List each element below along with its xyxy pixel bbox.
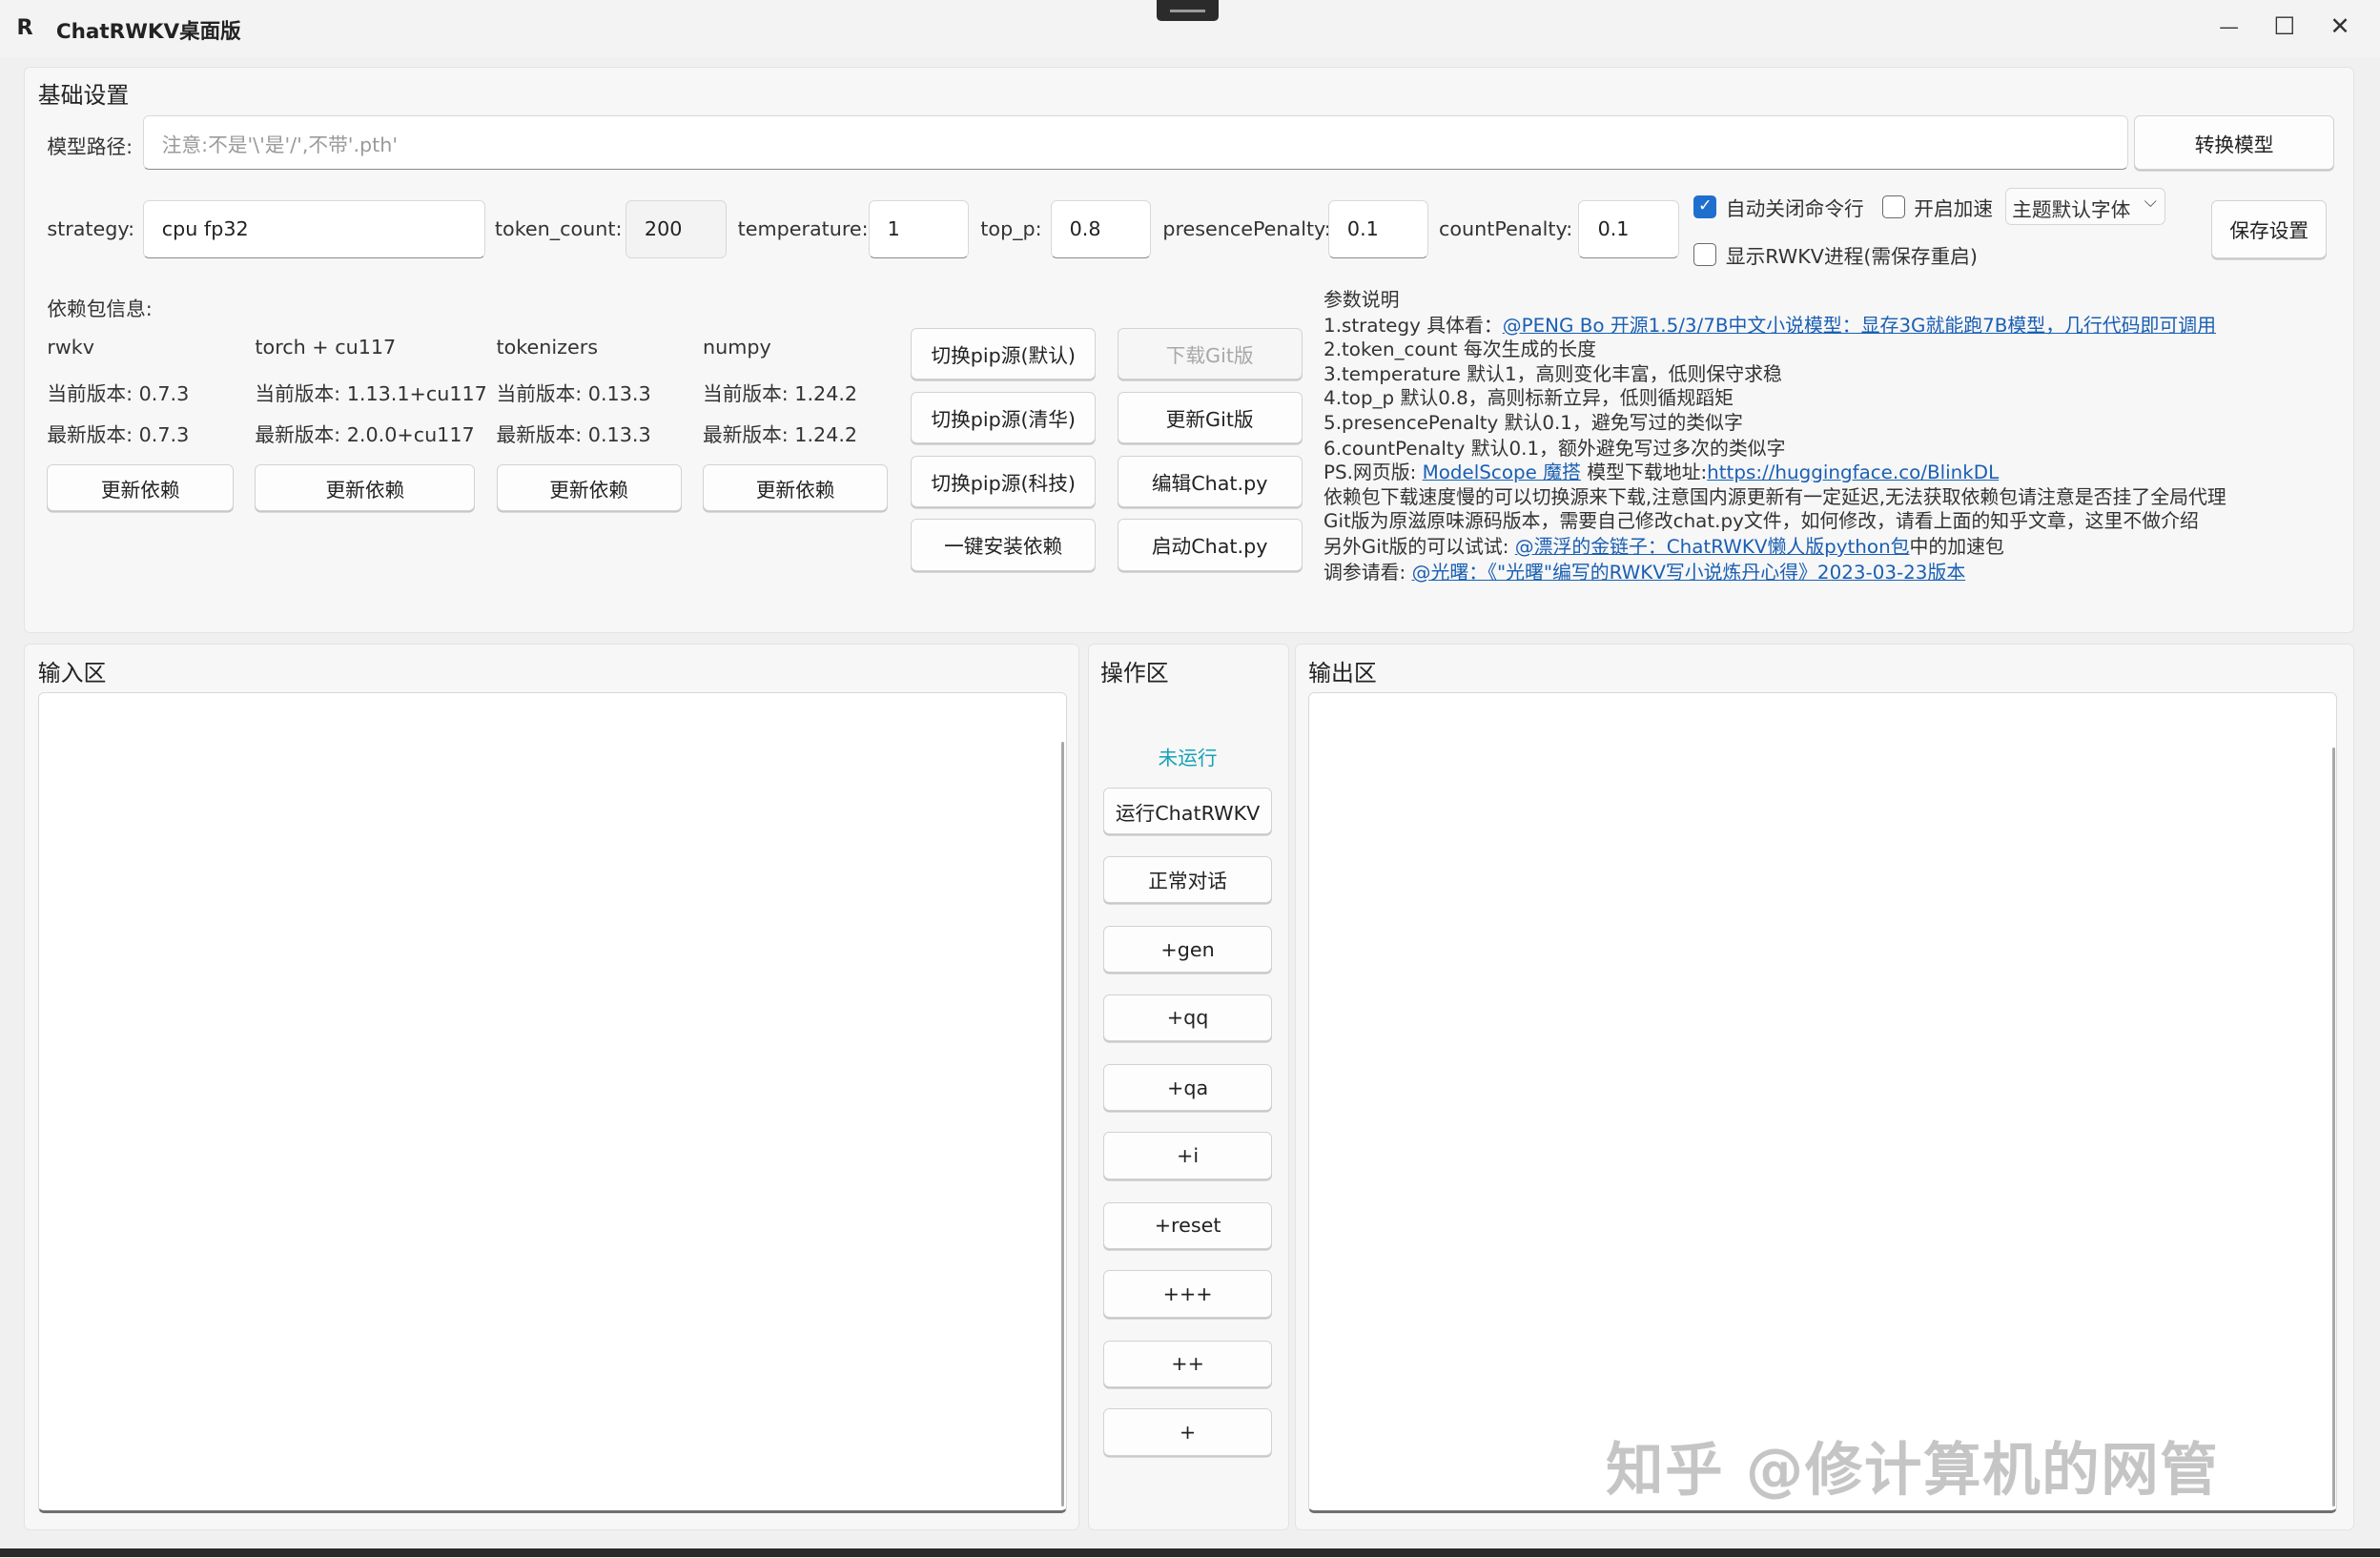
deps-title: 依赖包信息:: [47, 297, 153, 321]
scrollbar[interactable]: [1061, 741, 1065, 1507]
help-link-strategy[interactable]: @PENG Bo 开源1.5/3/7B中文小说模型：显存3G就能跑7B模型，几行…: [1503, 315, 2216, 337]
convert-model-button[interactable]: 转换模型: [2134, 114, 2335, 171]
auto-close-label: 自动关闭命令行: [1725, 197, 1864, 221]
pkg-current-version: 当前版本: 0.13.3: [496, 382, 651, 406]
title-bar: R ChatRWKV桌面版 — ☐ ✕: [0, 0, 2380, 58]
pkg-latest-version: 最新版本: 0.13.3: [496, 423, 651, 447]
show-process-checkbox[interactable]: [1693, 242, 1717, 266]
scrollbar[interactable]: [2331, 748, 2335, 1507]
lazy-package-link[interactable]: @漂浮的金链子：ChatRWKV懒人版python包: [1515, 536, 1910, 558]
help-line-git: Git版为原滋原味源码版本，需要自己修改chat.py文件，如何修改，请看上面的…: [1323, 510, 2199, 533]
token-count-label: token_count:: [494, 216, 623, 240]
bottom-edge: [0, 1548, 2380, 1558]
update-torch-button[interactable]: 更新依赖: [255, 464, 476, 512]
double-plus-button[interactable]: ++: [1103, 1340, 1272, 1387]
ops-area-title: 操作区: [1100, 660, 1169, 687]
pkg-name: torch + cu117: [255, 335, 397, 359]
qq-button[interactable]: +qq: [1103, 994, 1272, 1041]
help-text: 另外Git版的可以试试:: [1323, 536, 1515, 559]
presence-penalty-input[interactable]: 0.1: [1327, 200, 1428, 258]
help-text: 中的加速包: [1909, 536, 2004, 559]
i-button[interactable]: +i: [1103, 1132, 1272, 1179]
window-title: ChatRWKV桌面版: [55, 19, 241, 44]
output-area-title: 输出区: [1308, 660, 1377, 687]
pkg-name: tokenizers: [496, 335, 598, 359]
update-git-button[interactable]: 更新Git版: [1117, 391, 1303, 443]
pip-default-button[interactable]: 切换pip源(默认): [911, 327, 1097, 379]
count-penalty-label: countPenalty:: [1439, 216, 1573, 240]
save-settings-button[interactable]: 保存设置: [2211, 200, 2328, 258]
output-textarea[interactable]: [1308, 691, 2338, 1514]
top-p-label: top_p:: [980, 216, 1042, 240]
install-all-deps-button[interactable]: 一键安装依赖: [911, 519, 1097, 571]
update-rwkv-button[interactable]: 更新依赖: [47, 464, 235, 512]
help-line-presence: 5.presencePenalty 默认0.1，避免写过的类似字: [1323, 411, 1743, 434]
pkg-latest-version: 最新版本: 2.0.0+cu117: [255, 423, 475, 447]
pkg-latest-version: 最新版本: 1.24.2: [703, 423, 858, 447]
pip-ustc-button[interactable]: 切换pip源(科技): [911, 455, 1097, 507]
pkg-latest-version: 最新版本: 0.7.3: [47, 423, 190, 447]
run-status: 未运行: [1158, 747, 1218, 770]
tuning-guide-link[interactable]: @光曙：《"光曙"编写的RWKV写小说炼丹心得》2023-03-23版本: [1412, 562, 1966, 584]
accelerate-label: 开启加速: [1914, 197, 1994, 221]
run-chatrwkv-button[interactable]: 运行ChatRWKV: [1103, 788, 1272, 835]
minimize-icon[interactable]: —: [2219, 15, 2239, 38]
count-penalty-input[interactable]: 0.1: [1578, 200, 1679, 258]
pkg-current-version: 当前版本: 0.7.3: [47, 382, 190, 406]
basic-settings-title: 基础设置: [37, 81, 130, 109]
edit-chat-py-button[interactable]: 编辑Chat.py: [1117, 455, 1303, 507]
model-path-label: 模型路径:: [47, 134, 133, 158]
font-select-value: 主题默认字体: [2012, 198, 2131, 222]
params-help-title: 参数说明: [1323, 288, 1400, 311]
pkg-current-version: 当前版本: 1.24.2: [703, 382, 858, 406]
watermark: 知乎 @修计算机的网管: [1606, 1437, 2220, 1505]
pkg-name: numpy: [703, 335, 771, 359]
token-count-input[interactable]: 200: [625, 200, 728, 258]
maximize-icon[interactable]: ☐: [2274, 12, 2296, 41]
auto-close-checkbox[interactable]: ✓: [1693, 195, 1717, 219]
temperature-input[interactable]: 1: [868, 200, 969, 258]
input-textarea[interactable]: [37, 691, 1068, 1514]
help-line-accel: 另外Git版的可以试试: @漂浮的金链子：ChatRWKV懒人版python包中…: [1323, 531, 2004, 559]
accelerate-checkbox[interactable]: [1881, 195, 1905, 219]
app-logo-icon: R: [16, 14, 33, 40]
strategy-input[interactable]: cpu fp32: [142, 200, 486, 258]
plus-button[interactable]: +: [1103, 1408, 1272, 1456]
reset-button[interactable]: +reset: [1103, 1201, 1272, 1250]
chevron-down-icon: ⌵: [2144, 192, 2157, 212]
presence-penalty-label: presencePenalty:: [1162, 216, 1331, 240]
temperature-label: temperature:: [737, 216, 869, 240]
top-p-input[interactable]: 0.8: [1050, 200, 1151, 258]
gen-button[interactable]: +gen: [1103, 925, 1272, 974]
pip-tsinghua-button[interactable]: 切换pip源(清华): [911, 391, 1097, 443]
triple-plus-button[interactable]: +++: [1103, 1270, 1272, 1318]
start-chat-py-button[interactable]: 启动Chat.py: [1117, 519, 1303, 571]
close-icon[interactable]: ✕: [2329, 12, 2349, 41]
input-area-title: 输入区: [37, 660, 107, 687]
model-path-input[interactable]: 注意:不是'\'是'/',不带'.pth': [142, 114, 2128, 171]
drag-handle[interactable]: [1156, 0, 1220, 22]
qa-button[interactable]: +qa: [1103, 1063, 1272, 1112]
pkg-current-version: 当前版本: 1.13.1+cu117: [255, 382, 487, 406]
normal-chat-button[interactable]: 正常对话: [1103, 855, 1272, 904]
app-window: R ChatRWKV桌面版 — ☐ ✕ 基础设置 模型路径: 注意:不是'\'是…: [0, 0, 2380, 1558]
strategy-label: strategy:: [47, 216, 135, 240]
pkg-name: rwkv: [47, 335, 94, 359]
help-text: 调参请看:: [1323, 562, 1412, 584]
show-process-label: 显示RWKV进程(需保存重启): [1725, 244, 1978, 268]
update-numpy-button[interactable]: 更新依赖: [703, 464, 889, 512]
download-git-button[interactable]: 下载Git版: [1117, 327, 1303, 379]
update-tokenizers-button[interactable]: 更新依赖: [496, 464, 682, 512]
help-line-tuning: 调参请看: @光曙：《"光曙"编写的RWKV写小说炼丹心得》2023-03-23…: [1323, 557, 1965, 584]
font-select[interactable]: 主题默认字体 ⌵: [2004, 188, 2166, 225]
